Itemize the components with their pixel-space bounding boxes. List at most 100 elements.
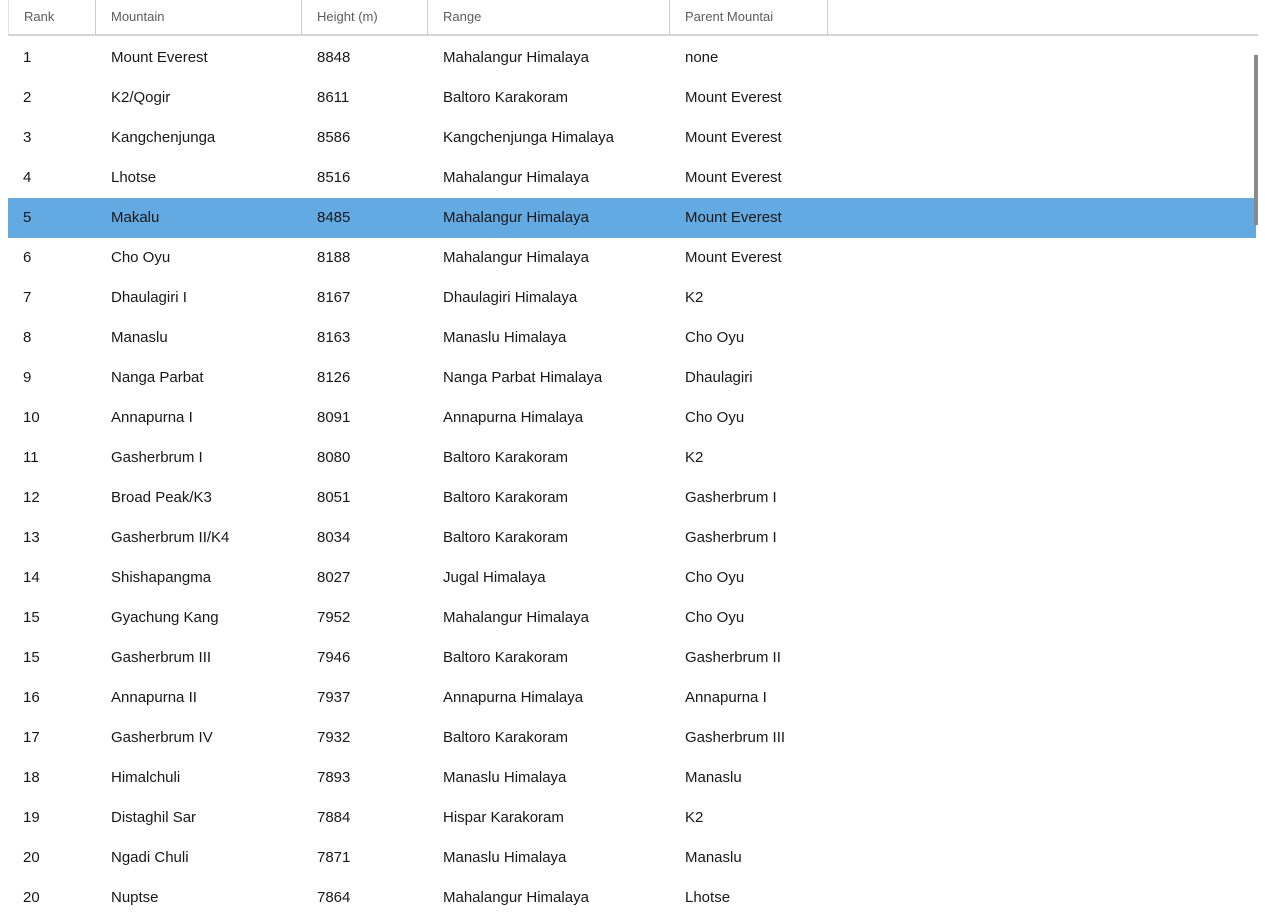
table-row[interactable]: 13Gasherbrum II/K48034Baltoro KarakoramG…: [8, 518, 1256, 558]
table-row[interactable]: 2K2/Qogir8611Baltoro KarakoramMount Ever…: [8, 78, 1256, 118]
table-row[interactable]: 1Mount Everest8848Mahalangur Himalayanon…: [8, 38, 1256, 78]
cell-parent[interactable]: Mount Everest: [670, 198, 828, 238]
cell-rank[interactable]: 5: [8, 198, 96, 238]
cell-parent[interactable]: Dhaulagiri: [670, 358, 828, 398]
cell-mountain[interactable]: Gyachung Kang: [96, 598, 302, 638]
cell-parent[interactable]: Lhotse: [670, 878, 828, 918]
cell-range[interactable]: Kangchenjunga Himalaya: [428, 118, 670, 158]
table-row[interactable]: 15Gasherbrum III7946Baltoro KarakoramGas…: [8, 638, 1256, 678]
table-row[interactable]: 11Gasherbrum I8080Baltoro KarakoramK2: [8, 438, 1256, 478]
cell-rank[interactable]: 11: [8, 438, 96, 478]
cell-rank[interactable]: 13: [8, 518, 96, 558]
table-row[interactable]: 12Broad Peak/K38051Baltoro KarakoramGash…: [8, 478, 1256, 518]
cell-height[interactable]: 8034: [302, 518, 428, 558]
cell-mountain[interactable]: Kangchenjunga: [96, 118, 302, 158]
cell-mountain[interactable]: Gasherbrum IV: [96, 718, 302, 758]
cell-range[interactable]: Mahalangur Himalaya: [428, 158, 670, 198]
cell-rank[interactable]: 20: [8, 878, 96, 918]
cell-height[interactable]: 7946: [302, 638, 428, 678]
cell-mountain[interactable]: Annapurna I: [96, 398, 302, 438]
cell-parent[interactable]: Cho Oyu: [670, 398, 828, 438]
cell-height[interactable]: 8167: [302, 278, 428, 318]
cell-parent[interactable]: K2: [670, 278, 828, 318]
cell-parent[interactable]: Manaslu: [670, 838, 828, 878]
cell-height[interactable]: 8188: [302, 238, 428, 278]
cell-range[interactable]: Baltoro Karakoram: [428, 478, 670, 518]
cell-range[interactable]: Mahalangur Himalaya: [428, 598, 670, 638]
table-row[interactable]: 3Kangchenjunga8586Kangchenjunga Himalaya…: [8, 118, 1256, 158]
vertical-scrollbar[interactable]: [1253, 38, 1259, 915]
cell-range[interactable]: Nanga Parbat Himalaya: [428, 358, 670, 398]
cell-rank[interactable]: 19: [8, 798, 96, 838]
cell-rank[interactable]: 15: [8, 638, 96, 678]
cell-rank[interactable]: 9: [8, 358, 96, 398]
cell-rank[interactable]: 8: [8, 318, 96, 358]
cell-height[interactable]: 7884: [302, 798, 428, 838]
cell-parent[interactable]: Mount Everest: [670, 158, 828, 198]
table-row-selected[interactable]: 5Makalu8485Mahalangur HimalayaMount Ever…: [8, 198, 1256, 238]
cell-parent[interactable]: Cho Oyu: [670, 598, 828, 638]
cell-range[interactable]: Manaslu Himalaya: [428, 838, 670, 878]
cell-rank[interactable]: 7: [8, 278, 96, 318]
cell-range[interactable]: Baltoro Karakoram: [428, 518, 670, 558]
column-header-parent[interactable]: Parent Mountai: [670, 0, 828, 34]
cell-mountain[interactable]: Cho Oyu: [96, 238, 302, 278]
cell-parent[interactable]: Manaslu: [670, 758, 828, 798]
cell-range[interactable]: Mahalangur Himalaya: [428, 878, 670, 918]
cell-mountain[interactable]: Gasherbrum II/K4: [96, 518, 302, 558]
column-header-mountain[interactable]: Mountain: [96, 0, 302, 34]
cell-mountain[interactable]: Mount Everest: [96, 38, 302, 78]
cell-rank[interactable]: 12: [8, 478, 96, 518]
cell-rank[interactable]: 17: [8, 718, 96, 758]
cell-height[interactable]: 7937: [302, 678, 428, 718]
cell-range[interactable]: Jugal Himalaya: [428, 558, 670, 598]
cell-rank[interactable]: 6: [8, 238, 96, 278]
table-row[interactable]: 10Annapurna I8091Annapurna HimalayaCho O…: [8, 398, 1256, 438]
table-row[interactable]: 8Manaslu8163Manaslu HimalayaCho Oyu: [8, 318, 1256, 358]
cell-rank[interactable]: 2: [8, 78, 96, 118]
cell-parent[interactable]: Cho Oyu: [670, 318, 828, 358]
cell-rank[interactable]: 16: [8, 678, 96, 718]
cell-parent[interactable]: Annapurna I: [670, 678, 828, 718]
cell-parent[interactable]: none: [670, 38, 828, 78]
table-row[interactable]: 4Lhotse8516Mahalangur HimalayaMount Ever…: [8, 158, 1256, 198]
cell-height[interactable]: 8586: [302, 118, 428, 158]
cell-rank[interactable]: 1: [8, 38, 96, 78]
cell-height[interactable]: 8027: [302, 558, 428, 598]
cell-mountain[interactable]: Annapurna II: [96, 678, 302, 718]
cell-mountain[interactable]: Broad Peak/K3: [96, 478, 302, 518]
table-row[interactable]: 20Ngadi Chuli7871Manaslu HimalayaManaslu: [8, 838, 1256, 878]
cell-parent[interactable]: Mount Everest: [670, 78, 828, 118]
cell-mountain[interactable]: Nuptse: [96, 878, 302, 918]
cell-mountain[interactable]: Manaslu: [96, 318, 302, 358]
cell-range[interactable]: Manaslu Himalaya: [428, 318, 670, 358]
cell-mountain[interactable]: Shishapangma: [96, 558, 302, 598]
cell-height[interactable]: 7952: [302, 598, 428, 638]
cell-mountain[interactable]: Ngadi Chuli: [96, 838, 302, 878]
cell-parent[interactable]: Cho Oyu: [670, 558, 828, 598]
cell-mountain[interactable]: Gasherbrum I: [96, 438, 302, 478]
cell-mountain[interactable]: Dhaulagiri I: [96, 278, 302, 318]
table-row[interactable]: 16Annapurna II7937Annapurna HimalayaAnna…: [8, 678, 1256, 718]
table-row[interactable]: 9Nanga Parbat8126Nanga Parbat HimalayaDh…: [8, 358, 1256, 398]
cell-mountain[interactable]: Distaghil Sar: [96, 798, 302, 838]
cell-parent[interactable]: Gasherbrum II: [670, 638, 828, 678]
cell-range[interactable]: Annapurna Himalaya: [428, 398, 670, 438]
cell-range[interactable]: Manaslu Himalaya: [428, 758, 670, 798]
cell-height[interactable]: 7932: [302, 718, 428, 758]
cell-height[interactable]: 8163: [302, 318, 428, 358]
cell-height[interactable]: 8611: [302, 78, 428, 118]
table-row[interactable]: 17Gasherbrum IV7932Baltoro KarakoramGash…: [8, 718, 1256, 758]
cell-parent[interactable]: Gasherbrum III: [670, 718, 828, 758]
column-header-height[interactable]: Height (m): [302, 0, 428, 34]
table-row[interactable]: 6Cho Oyu8188Mahalangur HimalayaMount Eve…: [8, 238, 1256, 278]
cell-range[interactable]: Baltoro Karakoram: [428, 718, 670, 758]
cell-rank[interactable]: 15: [8, 598, 96, 638]
cell-height[interactable]: 8091: [302, 398, 428, 438]
cell-mountain[interactable]: Makalu: [96, 198, 302, 238]
cell-rank[interactable]: 20: [8, 838, 96, 878]
cell-range[interactable]: Annapurna Himalaya: [428, 678, 670, 718]
column-header-range[interactable]: Range: [428, 0, 670, 34]
cell-range[interactable]: Baltoro Karakoram: [428, 638, 670, 678]
cell-mountain[interactable]: Himalchuli: [96, 758, 302, 798]
